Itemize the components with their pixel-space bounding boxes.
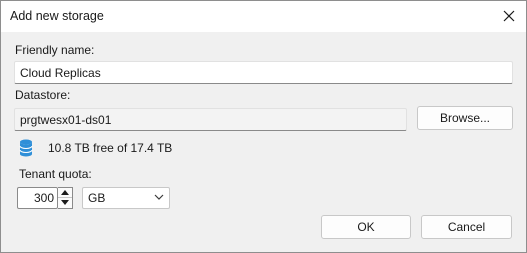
cancel-button[interactable]: Cancel (421, 215, 512, 239)
close-button[interactable] (492, 1, 526, 32)
quota-decrease-button[interactable] (58, 198, 72, 208)
free-space-text: 10.8 TB free of 17.4 TB (48, 141, 173, 155)
datastore-field: prgtwesx01-ds01 (14, 108, 407, 131)
quota-unit-value: GB (88, 191, 106, 205)
tenant-quota-input[interactable]: 300 (17, 187, 58, 209)
dialog-title: Add new storage (10, 9, 104, 23)
add-storage-dialog: Add new storage Friendly name: Cloud Rep… (0, 0, 527, 253)
datastore-label: Datastore: (15, 88, 71, 102)
quota-unit-select[interactable]: GB (82, 187, 170, 209)
friendly-name-label: Friendly name: (15, 43, 95, 57)
quota-stepper (58, 187, 73, 209)
dropdown-chevron-icon (154, 194, 164, 200)
title-bar: Add new storage (1, 1, 526, 32)
browse-button[interactable]: Browse... (417, 106, 513, 130)
ok-button[interactable]: OK (321, 215, 411, 239)
quota-increase-button[interactable] (58, 188, 72, 198)
close-icon (503, 10, 515, 22)
friendly-name-input[interactable]: Cloud Replicas (14, 61, 513, 84)
database-icon (19, 139, 33, 157)
chevron-up-icon (61, 190, 69, 195)
chevron-down-icon (61, 200, 69, 205)
tenant-quota-label: Tenant quota: (19, 167, 92, 181)
